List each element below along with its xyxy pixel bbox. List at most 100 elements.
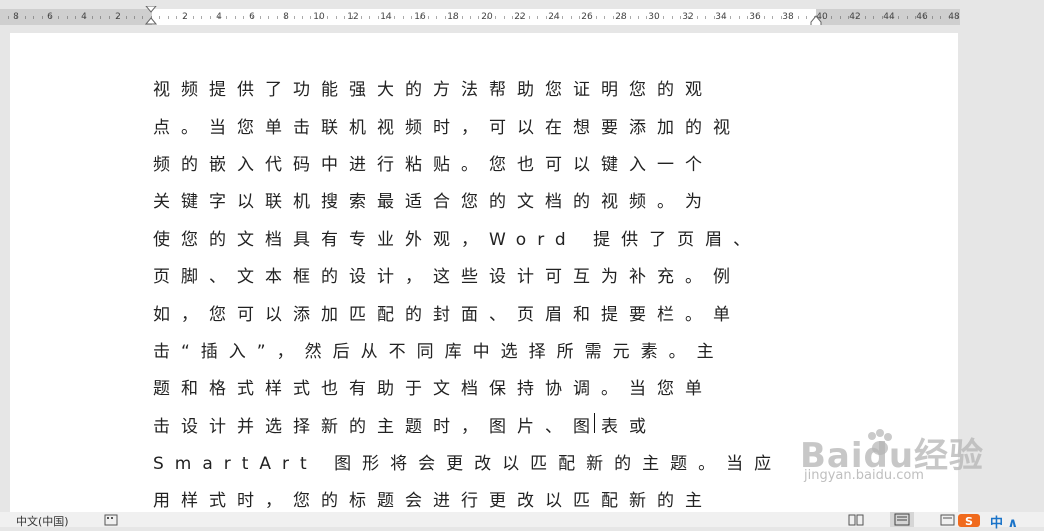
ruler-tick [831, 16, 832, 19]
ruler-tick [907, 16, 908, 19]
ruler-tick [218, 16, 219, 19]
ruler-tick [193, 16, 194, 19]
ruler-tick [630, 16, 631, 19]
ruler-tick [898, 16, 899, 19]
ruler-tick [915, 16, 916, 19]
ruler-tick [453, 16, 454, 19]
ruler-tick [722, 16, 723, 19]
ruler-tick [361, 16, 362, 19]
ruler-number: 2 [182, 12, 188, 22]
ruler-tick [655, 16, 656, 19]
ruler-number: 12 [347, 12, 359, 22]
text-line[interactable]: 题和格式样式也有助于文档保持协调。当您单 [153, 377, 813, 401]
ruler-tick [596, 16, 597, 19]
ruler-tick [781, 16, 782, 19]
sogou-ime-icon[interactable]: S [958, 514, 980, 527]
ime-mode-indicator[interactable]: 中 ∧ [990, 512, 1018, 531]
macro-record-icon[interactable] [104, 514, 120, 526]
ruler-tick [420, 16, 421, 19]
ruler-tick [294, 16, 295, 19]
ruler-tick [285, 16, 286, 19]
ruler-tick [663, 16, 664, 19]
ruler-tick [621, 16, 622, 19]
ruler-tick [235, 16, 236, 19]
ruler-tick [495, 16, 496, 19]
text-line[interactable]: 击设计并选择新的主题时，图片、图表或 [153, 415, 813, 439]
ruler-tick [8, 16, 9, 19]
ruler-tick [210, 16, 211, 19]
ruler-tick [478, 16, 479, 19]
ruler-tick [680, 16, 681, 19]
ruler-tick [100, 16, 101, 19]
ruler-tick [865, 16, 866, 19]
ruler-tick [873, 16, 874, 19]
ruler-tick [562, 16, 563, 19]
ruler-tick [546, 16, 547, 19]
ruler-tick [352, 16, 353, 19]
ruler-tick [327, 16, 328, 19]
text-line[interactable]: 击“插入”，然后从不同库中选择所需元素。主 [153, 340, 813, 364]
ruler-tick [462, 16, 463, 19]
ruler-tick [848, 16, 849, 19]
ruler-tick [75, 16, 76, 19]
ruler-tick [588, 16, 589, 19]
ruler-tick [50, 16, 51, 19]
ruler-tick [529, 16, 530, 19]
ruler-tick [84, 16, 85, 19]
ruler-tick [67, 16, 68, 19]
print-layout-icon[interactable] [890, 512, 914, 527]
ruler-tick [730, 16, 731, 19]
read-mode-icon[interactable] [848, 514, 864, 526]
ruler-tick [520, 16, 521, 19]
ruler-tick [184, 16, 185, 19]
ruler-tick [310, 16, 311, 19]
ruler-tick [764, 16, 765, 19]
ruler-tick [42, 16, 43, 19]
ruler-tick [882, 16, 883, 19]
text-line[interactable]: 关键字以联机搜索最适合您的文档的视频。为 [153, 190, 813, 214]
ruler-tick [436, 16, 437, 19]
text-line[interactable]: 页脚、文本框的设计，这些设计可互为补充。例 [153, 265, 813, 289]
ruler-tick [319, 16, 320, 19]
ruler-tick [226, 16, 227, 19]
ruler-number: 46 [916, 12, 928, 22]
document-page[interactable]: 视频提供了功能强大的方法帮助您证明您的观 点。当您单击联机视频时，可以在想要添加… [10, 33, 958, 527]
ruler-tick [268, 16, 269, 19]
ruler-number: 8 [283, 12, 289, 22]
text-line[interactable]: 如，您可以添加匹配的封面、页眉和提要栏。单 [153, 303, 813, 327]
ruler-tick [369, 16, 370, 19]
text-line[interactable]: 频的嵌入代码中进行粘贴。您也可以键入一个 [153, 153, 813, 177]
ruler-tick [394, 16, 395, 19]
ruler-tick [772, 16, 773, 19]
ruler-number: 26 [581, 12, 593, 22]
ruler-tick [336, 16, 337, 19]
ruler-tick [512, 16, 513, 19]
text-line[interactable]: SmartArt 图形将会更改以匹配新的主题。当应 [153, 452, 813, 476]
ruler-tick [386, 16, 387, 19]
ruler-tick [697, 16, 698, 19]
text-line[interactable]: 视频提供了功能强大的方法帮助您证明您的观 [153, 78, 813, 102]
ruler-tick [201, 16, 202, 19]
web-layout-icon[interactable] [940, 514, 956, 526]
ruler-tick [823, 16, 824, 19]
ruler-tick [672, 16, 673, 19]
ruler-tick [411, 16, 412, 19]
text-line[interactable]: 用样式时，您的标题会进行更改以匹配新的主 [153, 489, 813, 513]
ruler-tick [949, 16, 950, 19]
ruler-tick [940, 16, 941, 19]
ruler-tick [705, 16, 706, 19]
ruler-tick [806, 16, 807, 19]
ruler-tick [789, 16, 790, 19]
ruler-tick [344, 16, 345, 19]
ruler-tick [604, 16, 605, 19]
text-line[interactable]: 点。当您单击联机视频时，可以在想要添加的视 [153, 116, 813, 140]
ruler-tick [428, 16, 429, 19]
ruler-tick [109, 16, 110, 19]
text-line[interactable]: 使您的文档具有专业外观，Word 提供了页眉、 [153, 228, 813, 252]
ruler-tick [571, 16, 572, 19]
ruler-tick [646, 16, 647, 19]
ruler-number: 44 [883, 12, 895, 22]
ruler-tick [58, 16, 59, 19]
ruler-tick [504, 16, 505, 19]
ruler-tick [126, 16, 127, 19]
